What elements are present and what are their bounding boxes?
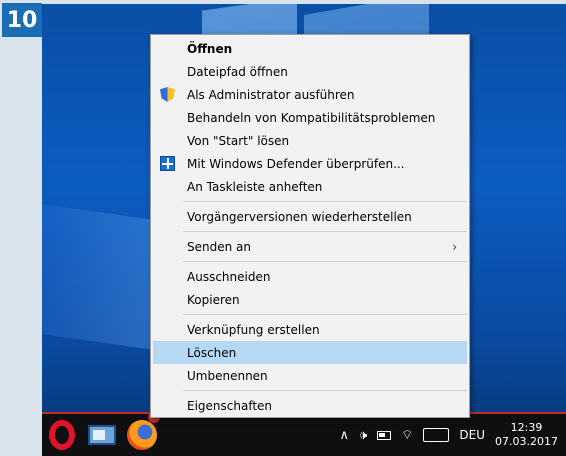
menu-item-troubleshoot-compatibility[interactable]: Behandeln von Kompatibilitätsproblemen — [151, 106, 469, 129]
opera-icon — [49, 420, 75, 450]
menu-item-label: Eigenschaften — [187, 398, 273, 413]
menu-item-unpin-from-start[interactable]: Von "Start" lösen — [151, 129, 469, 152]
menu-item-copy[interactable]: Kopieren — [151, 288, 469, 311]
battery-icon[interactable] — [377, 430, 392, 440]
clock[interactable]: 12:39 07.03.2017 — [495, 421, 558, 449]
system-tray: ∧ 🕩 ⌔ DEU 12:39 07.03.2017 — [339, 421, 566, 449]
menu-item-label: Behandeln von Kompatibilitätsproblemen — [187, 110, 436, 125]
menu-item-delete[interactable]: Löschen — [153, 341, 467, 364]
menu-item-label: An Taskleiste anheften — [187, 179, 323, 194]
menu-item-label: Verknüpfung erstellen — [187, 322, 320, 337]
menu-item-label: Mit Windows Defender überprüfen... — [187, 156, 405, 171]
menu-separator — [183, 261, 467, 262]
uac-shield-icon — [160, 87, 175, 102]
menu-separator — [183, 314, 467, 315]
menu-item-label: Ausschneiden — [187, 269, 271, 284]
menu-item-rename[interactable]: Umbenennen — [151, 364, 469, 387]
clock-time: 12:39 — [510, 421, 543, 434]
menu-item-label: Von "Start" lösen — [187, 133, 290, 148]
task-view-icon — [88, 425, 116, 445]
menu-item-send-to[interactable]: Senden an › — [151, 235, 469, 258]
clock-date: 07.03.2017 — [495, 435, 558, 448]
show-hidden-icons-chevron-icon[interactable]: ∧ — [339, 428, 349, 443]
menu-item-label: Senden an — [187, 239, 251, 254]
menu-item-open[interactable]: Öffnen — [151, 37, 469, 60]
context-menu: Öffnen Dateipfad öffnen Als Administrato… — [150, 34, 470, 418]
firefox-icon — [127, 420, 157, 450]
step-badge: 10 — [2, 3, 42, 37]
menu-item-label: Vorgängerversionen wiederherstellen — [187, 209, 412, 224]
menu-separator — [183, 390, 467, 391]
menu-separator — [183, 201, 467, 202]
taskbar-opera[interactable] — [42, 415, 82, 455]
volume-icon[interactable]: 🕩 — [359, 428, 367, 443]
taskbar-task-view[interactable] — [82, 415, 122, 455]
menu-item-scan-defender[interactable]: Mit Windows Defender überprüfen... — [151, 152, 469, 175]
menu-item-run-as-admin[interactable]: Als Administrator ausführen — [151, 83, 469, 106]
windows-defender-icon — [160, 156, 175, 171]
input-language[interactable]: DEU — [459, 428, 485, 442]
menu-item-label: Dateipfad öffnen — [187, 64, 288, 79]
menu-item-restore-previous-versions[interactable]: Vorgängerversionen wiederherstellen — [151, 205, 469, 228]
wifi-icon[interactable]: ⌔ — [401, 427, 413, 443]
menu-item-label: Kopieren — [187, 292, 240, 307]
menu-item-label: Öffnen — [187, 41, 233, 56]
menu-item-label: Als Administrator ausführen — [187, 87, 355, 102]
menu-item-cut[interactable]: Ausschneiden — [151, 265, 469, 288]
menu-item-label: Löschen — [187, 345, 237, 360]
menu-item-label: Umbenennen — [187, 368, 268, 383]
menu-separator — [183, 231, 467, 232]
menu-item-properties[interactable]: Eigenschaften — [151, 394, 469, 417]
taskbar-firefox[interactable] — [122, 411, 162, 455]
menu-item-open-file-path[interactable]: Dateipfad öffnen — [151, 60, 469, 83]
touch-keyboard-icon[interactable] — [423, 428, 450, 442]
menu-item-pin-to-taskbar[interactable]: An Taskleiste anheften — [151, 175, 469, 198]
menu-item-create-shortcut[interactable]: Verknüpfung erstellen — [151, 318, 469, 341]
taskbar: ∧ 🕩 ⌔ DEU 12:39 07.03.2017 — [42, 411, 566, 456]
submenu-arrow-icon: › — [452, 239, 457, 254]
